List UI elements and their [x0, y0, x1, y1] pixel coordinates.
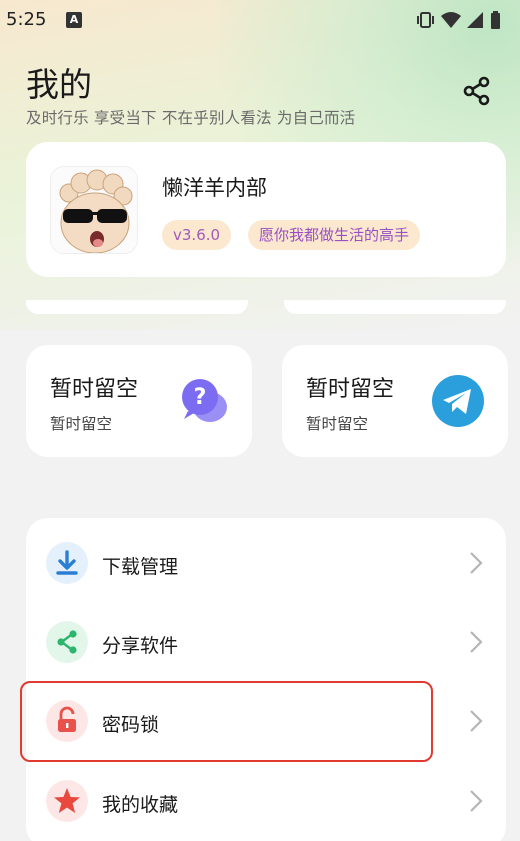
- signal-icon: [467, 12, 483, 28]
- status-icons: [417, 11, 500, 29]
- menu-item-favorites[interactable]: 我的收藏: [26, 762, 506, 840]
- motto-badge: 愿你我都做生活的高手: [248, 220, 421, 250]
- hidden-card-edge: [284, 300, 506, 314]
- menu-label: 分享软件: [102, 635, 179, 657]
- avatar[interactable]: [50, 166, 138, 254]
- svg-text:?: ?: [194, 385, 207, 410]
- chevron-right-icon: [470, 631, 483, 653]
- version-badge: v3.6.0: [162, 220, 232, 250]
- highlight-box: [20, 681, 433, 762]
- profile-card[interactable]: 懒洋羊内部 v3.6.0 愿你我都做生活的高手: [26, 142, 506, 277]
- page-title: 我的: [26, 65, 92, 104]
- username: 懒洋羊内部: [162, 176, 267, 200]
- status-time: 5:25: [6, 9, 47, 30]
- menu-item-download[interactable]: 下载管理: [26, 524, 506, 602]
- help-chat-icon: ?: [182, 379, 227, 422]
- battery-icon: [491, 11, 500, 29]
- share-nodes-icon: [46, 621, 88, 663]
- sheep-avatar-icon: [51, 167, 137, 253]
- download-icon: [46, 542, 88, 584]
- feature-card-help[interactable]: 暂时留空 暂时留空 ?: [26, 345, 252, 457]
- feature-subtitle: 暂时留空: [306, 415, 369, 433]
- hidden-card-edge: [26, 300, 248, 314]
- vibrate-icon: [417, 12, 434, 28]
- chevron-right-icon: [470, 552, 483, 574]
- feature-title: 暂时留空: [306, 377, 395, 402]
- chevron-right-icon: [470, 710, 483, 732]
- star-icon: [46, 780, 88, 822]
- share-icon[interactable]: [460, 74, 494, 108]
- menu-item-share-app[interactable]: 分享软件: [26, 603, 506, 681]
- menu-list: 下载管理 分享软件 密码锁 我的收藏: [26, 518, 506, 841]
- page-subtitle: 及时行乐 享受当下 不在乎别人看法 为自己而活: [26, 109, 356, 127]
- wifi-icon: [441, 12, 461, 28]
- feature-subtitle: 暂时留空: [50, 415, 113, 433]
- notification-icon: A: [66, 12, 82, 28]
- status-bar: 5:25 A: [0, 0, 520, 40]
- feature-card-telegram[interactable]: 暂时留空 暂时留空: [282, 345, 508, 457]
- feature-title: 暂时留空: [50, 377, 139, 402]
- chevron-right-icon: [470, 790, 483, 812]
- menu-label: 我的收藏: [102, 794, 179, 816]
- menu-label: 下载管理: [102, 556, 179, 578]
- telegram-icon: [432, 375, 484, 427]
